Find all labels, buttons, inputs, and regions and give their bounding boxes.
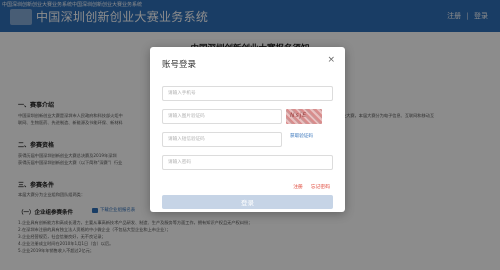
forgot-password-link[interactable]: 忘记密码 xyxy=(311,185,330,190)
sms-code-input[interactable] xyxy=(162,132,282,147)
phone-input[interactable] xyxy=(162,86,333,101)
captcha-image[interactable]: NsjE xyxy=(286,109,322,124)
close-icon[interactable]: × xyxy=(327,56,335,65)
modal-links: 注册 忘记密码 xyxy=(293,183,330,190)
password-input[interactable] xyxy=(162,155,333,170)
get-sms-code-button[interactable]: 获取验证码 xyxy=(290,133,313,139)
login-button[interactable]: 登录 xyxy=(162,195,333,209)
modal-title: 账号登录 xyxy=(162,60,197,70)
modal-register-link[interactable]: 注册 xyxy=(293,185,303,190)
captcha-text: NsjE xyxy=(290,112,308,119)
captcha-input[interactable] xyxy=(162,109,282,124)
login-modal: 账号登录 × NsjE 获取验证码 注册 忘记密码 登录 xyxy=(150,47,345,212)
